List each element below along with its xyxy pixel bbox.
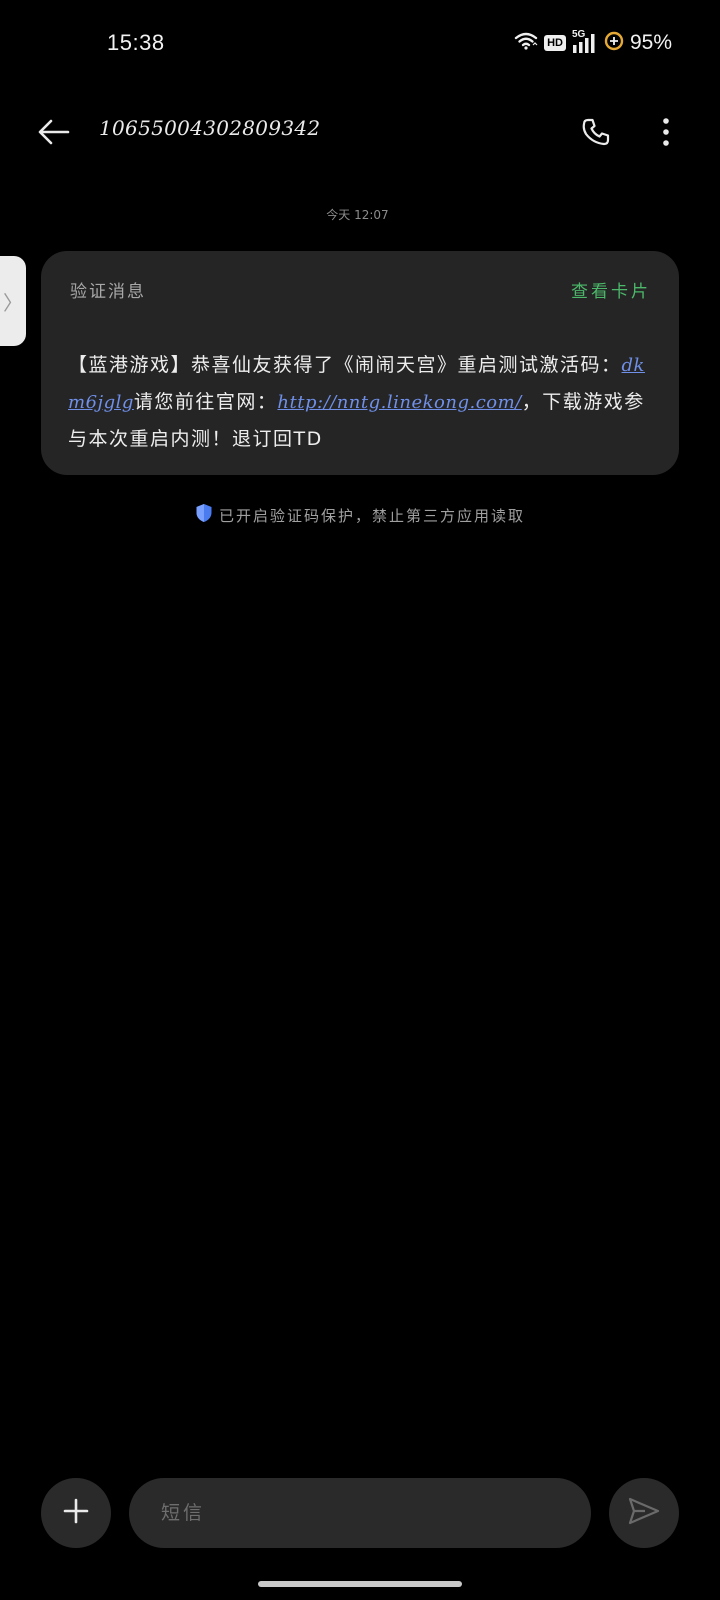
message-timestamp: 今天 12:07: [326, 208, 389, 222]
message-text-part2: 请您前往官网：: [133, 391, 278, 413]
back-button[interactable]: [34, 114, 74, 154]
message-text-part1: 【蓝港游戏】恭喜仙友获得了《闹闹天宫》重启测试激活码：: [68, 354, 622, 376]
hd-icon: HD: [544, 35, 566, 51]
chevron-right-icon: 〉: [3, 290, 23, 315]
home-indicator[interactable]: [258, 1581, 462, 1587]
shield-icon: [195, 503, 213, 527]
status-time: 15:38: [107, 30, 165, 55]
send-button[interactable]: [609, 1478, 679, 1548]
more-vertical-icon: [662, 117, 670, 151]
status-bar: 15:38 HD 5G 95%: [0, 0, 720, 92]
conversation-header: 10655004302809342: [0, 100, 720, 166]
call-button[interactable]: [574, 112, 618, 156]
battery-percent: 95%: [629, 31, 672, 54]
attach-button[interactable]: [41, 1478, 111, 1548]
wifi-icon: [514, 31, 538, 55]
verification-label: 验证消息: [70, 282, 146, 302]
website-link[interactable]: http://nntg.linekong.com/: [277, 392, 521, 413]
status-icons: HD 5G 95%: [514, 29, 672, 55]
code-protection-text: 已开启验证码保护，禁止第三方应用读取: [218, 506, 525, 525]
view-card-link[interactable]: 查看卡片: [571, 277, 651, 302]
battery-saver-icon: [604, 31, 624, 55]
send-icon: [627, 1496, 661, 1530]
back-arrow-icon: [38, 119, 70, 149]
contact-number: 10655004302809342: [99, 116, 321, 140]
message-input[interactable]: [129, 1478, 591, 1548]
phone-icon: [581, 117, 611, 151]
plus-icon: [62, 1497, 90, 1529]
signal-5g-icon: 5G: [572, 29, 598, 54]
side-drawer-handle[interactable]: 〉: [0, 256, 26, 346]
code-protection-note: 已开启验证码保护，禁止第三方应用读取: [0, 503, 720, 527]
message-body: 【蓝港游戏】恭喜仙友获得了《闹闹天宫》重启测试激活码：dkm6jglg请您前往官…: [68, 347, 658, 457]
more-options-button[interactable]: [648, 112, 684, 156]
message-bubble[interactable]: 验证消息 查看卡片 【蓝港游戏】恭喜仙友获得了《闹闹天宫》重启测试激活码：dkm…: [41, 251, 679, 475]
